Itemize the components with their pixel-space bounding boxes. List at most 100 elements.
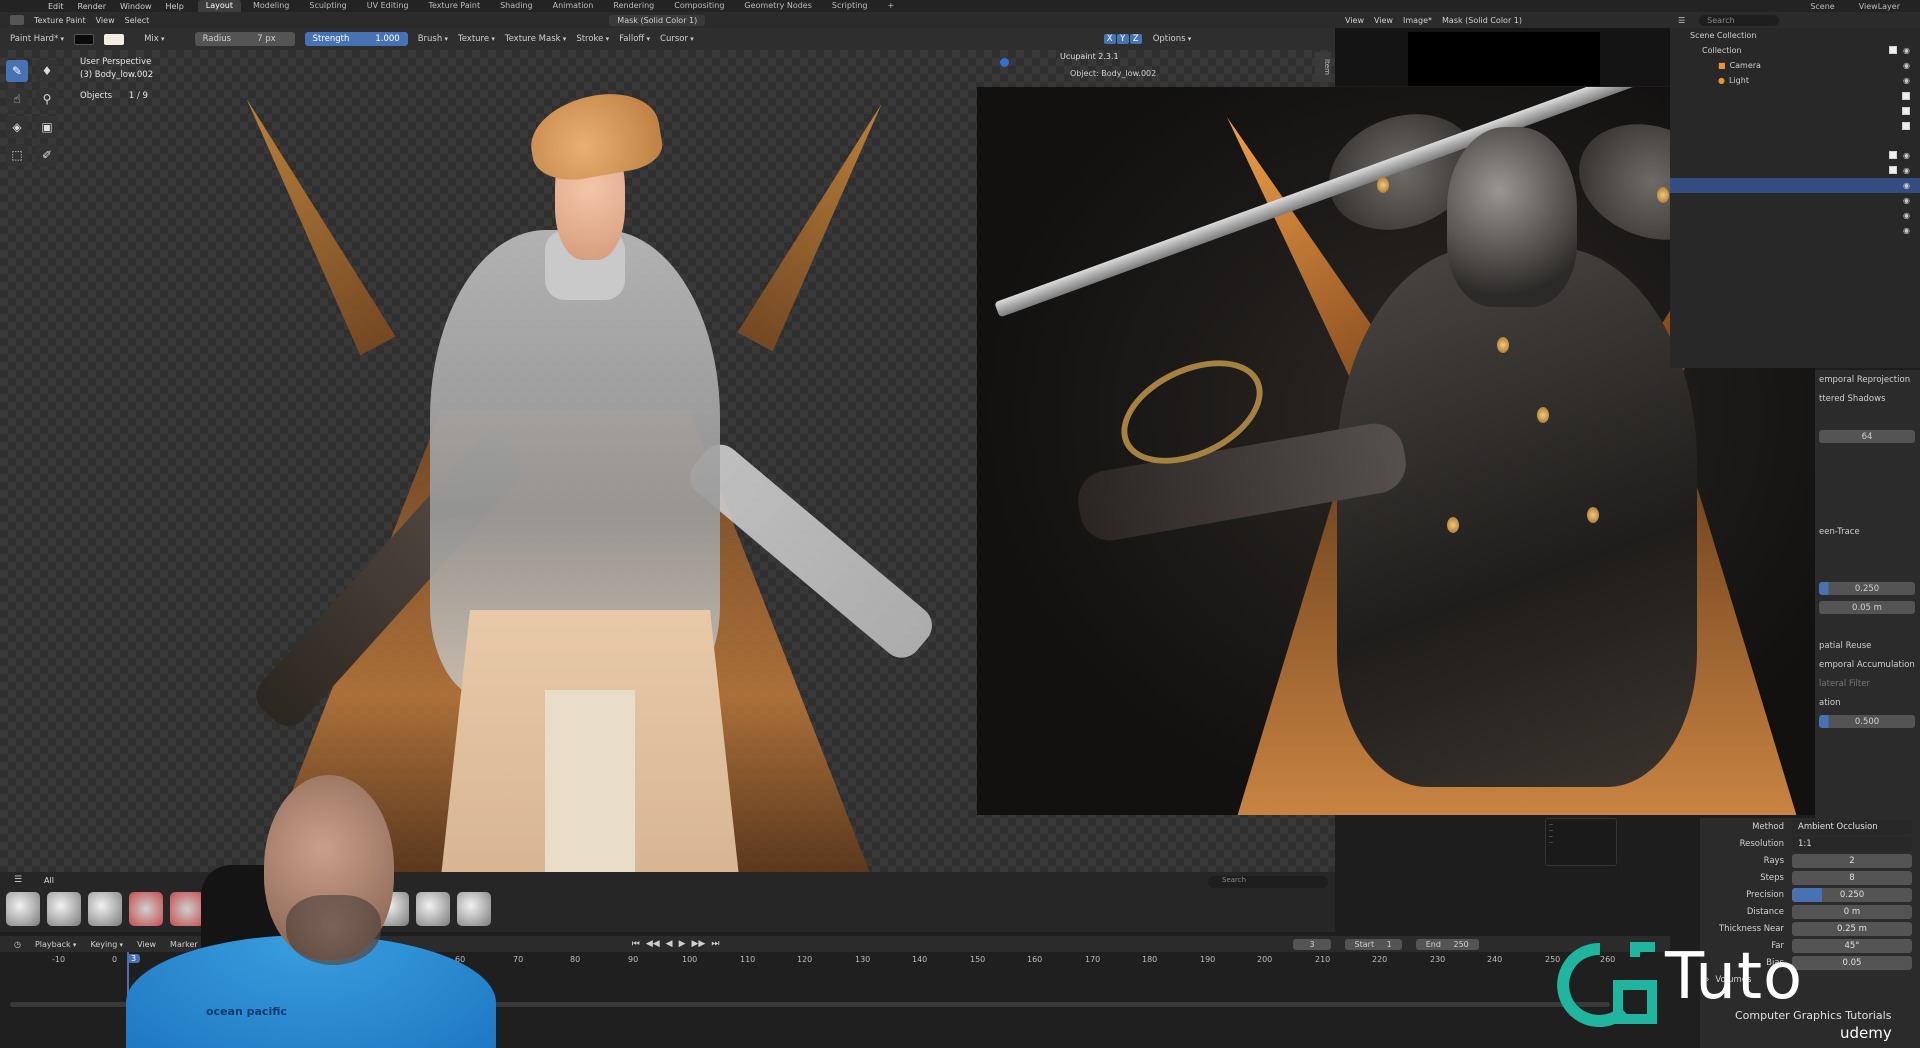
eye-icon[interactable]: ◉ bbox=[1903, 76, 1910, 85]
context-popup[interactable]: — — — — bbox=[1545, 818, 1617, 866]
ucupaint-panel-title[interactable]: Ucupaint 2.3.1 bbox=[1060, 52, 1315, 61]
precision-field[interactable]: 0.250 bbox=[1819, 582, 1915, 595]
brush-thumbnail[interactable] bbox=[6, 892, 40, 926]
strength-field[interactable]: Strength 1.000 bbox=[304, 32, 408, 46]
brush-tool-icon[interactable]: ✎ bbox=[6, 60, 28, 82]
mask-tool-icon[interactable]: ▣ bbox=[36, 116, 58, 138]
smear-tool-icon[interactable]: ☝ bbox=[6, 88, 28, 110]
add-workspace-button[interactable]: + bbox=[879, 0, 902, 12]
outliner-row[interactable] bbox=[1670, 88, 1920, 103]
jump-end-icon[interactable]: ⏭ bbox=[711, 939, 719, 949]
keying-menu[interactable]: Keying bbox=[90, 940, 123, 949]
rays-field[interactable]: 2 bbox=[1792, 853, 1912, 868]
asset-tab-all[interactable]: All bbox=[44, 876, 54, 885]
temporal-accumulation-checkbox[interactable]: emporal Accumulation bbox=[1815, 655, 1920, 674]
outliner-row[interactable]: ◉ bbox=[1670, 208, 1920, 223]
fill-tool-icon[interactable]: ♦ bbox=[36, 60, 58, 82]
method-dropdown[interactable]: Ambient Occlusion bbox=[1792, 819, 1912, 834]
eye-icon[interactable]: ◉ bbox=[1903, 181, 1910, 190]
exclude-checkbox[interactable] bbox=[1902, 91, 1910, 100]
menu-view[interactable]: View bbox=[96, 16, 115, 25]
eye-icon[interactable]: ◉ bbox=[1903, 61, 1910, 70]
outliner-row-scene-collection[interactable]: Scene Collection bbox=[1670, 28, 1920, 43]
exclude-checkbox[interactable] bbox=[1889, 151, 1898, 159]
outliner-row[interactable]: ◉ bbox=[1670, 193, 1920, 208]
sidebar-tab-item[interactable]: Item bbox=[1315, 52, 1331, 82]
tab-rendering[interactable]: Rendering bbox=[605, 0, 662, 12]
axis-x-toggle[interactable]: X bbox=[1103, 34, 1116, 44]
primary-color-swatch[interactable] bbox=[74, 33, 95, 45]
editor-type-icon[interactable] bbox=[10, 15, 24, 25]
blend-mode-dropdown[interactable]: Mix bbox=[144, 34, 164, 44]
hamburger-icon[interactable]: ☰ bbox=[14, 875, 22, 885]
clone-tool-icon[interactable]: ⚲ bbox=[36, 88, 58, 110]
eye-icon[interactable]: ◉ bbox=[1903, 196, 1910, 205]
resolution-dropdown[interactable]: 1:1 bbox=[1792, 836, 1912, 851]
precision-slider[interactable]: 0.250 bbox=[1792, 887, 1912, 902]
scattered-shadows-checkbox[interactable]: ttered Shadows bbox=[1815, 389, 1920, 408]
outliner-row[interactable]: ◉ bbox=[1670, 223, 1920, 238]
jump-start-icon[interactable]: ⏮ bbox=[632, 939, 640, 949]
tab-scripting[interactable]: Scripting bbox=[824, 0, 876, 12]
tab-geometry-nodes[interactable]: Geometry Nodes bbox=[736, 0, 819, 12]
thickness-field[interactable]: 0.05 m bbox=[1819, 601, 1915, 614]
end-frame-field[interactable]: End 250 bbox=[1415, 938, 1479, 950]
next-keyframe-icon[interactable]: ▶▶ bbox=[692, 939, 706, 949]
mode-selector[interactable]: Texture Paint bbox=[34, 16, 86, 25]
texture-menu[interactable]: Texture bbox=[458, 34, 495, 44]
stroke-menu[interactable]: Stroke bbox=[576, 34, 609, 44]
playback-menu[interactable]: Playback bbox=[35, 940, 76, 949]
brush-selector[interactable]: Paint Hard* bbox=[10, 34, 64, 44]
exclude-checkbox[interactable] bbox=[1902, 121, 1910, 130]
secondary-color-swatch[interactable] bbox=[104, 33, 125, 45]
brush-thumbnail[interactable] bbox=[47, 892, 81, 926]
exclude-checkbox[interactable] bbox=[1889, 46, 1898, 54]
image-canvas[interactable] bbox=[1408, 32, 1600, 86]
play-icon[interactable]: ▶ bbox=[679, 939, 686, 949]
outliner-row[interactable] bbox=[1670, 133, 1920, 148]
axis-z-toggle[interactable]: Z bbox=[1129, 34, 1142, 44]
image-editor-view2-menu[interactable]: View bbox=[1374, 16, 1393, 25]
outliner-row[interactable]: ◉ bbox=[1670, 163, 1920, 178]
menu-window[interactable]: Window bbox=[120, 2, 152, 11]
eye-icon[interactable]: ◉ bbox=[1903, 226, 1910, 235]
tab-compositing[interactable]: Compositing bbox=[666, 0, 732, 12]
outliner-row-camera[interactable]: ■ Camera ◉ bbox=[1670, 58, 1920, 73]
eye-icon[interactable]: ◉ bbox=[1903, 166, 1910, 175]
eye-icon[interactable]: ◉ bbox=[1903, 211, 1910, 220]
distance-field[interactable]: 0 m bbox=[1792, 904, 1912, 919]
image-editor-view-menu[interactable]: View bbox=[1345, 16, 1364, 25]
fast-gi-field[interactable]: 0.500 bbox=[1819, 715, 1915, 728]
cursor-menu[interactable]: Cursor bbox=[660, 34, 694, 44]
annotate-tool-icon[interactable]: ✐ bbox=[36, 144, 58, 166]
asset-search-input[interactable]: Search bbox=[1208, 876, 1328, 888]
menu-select[interactable]: Select bbox=[125, 16, 150, 25]
image-editor-image-menu[interactable]: Image* bbox=[1403, 16, 1432, 25]
start-frame-field[interactable]: Start 1 bbox=[1344, 938, 1402, 950]
timeline-editor-icon[interactable]: ◷ bbox=[14, 940, 21, 949]
tab-layout[interactable]: Layout bbox=[197, 0, 241, 12]
outliner-row-selected[interactable]: ◉ bbox=[1670, 178, 1920, 193]
eye-icon[interactable]: ◉ bbox=[1903, 46, 1910, 55]
spatial-reuse-checkbox[interactable]: patial Reuse bbox=[1815, 636, 1920, 655]
menu-edit[interactable]: Edit bbox=[48, 2, 64, 11]
soften-tool-icon[interactable]: ◈ bbox=[6, 116, 28, 138]
tab-animation[interactable]: Animation bbox=[545, 0, 602, 12]
axis-y-toggle[interactable]: Y bbox=[1116, 34, 1129, 44]
viewlayer-selector[interactable]: ViewLayer bbox=[1859, 2, 1900, 11]
brush-menu[interactable]: Brush bbox=[418, 34, 448, 44]
tab-texture-paint[interactable]: Texture Paint bbox=[420, 0, 488, 12]
outliner-row[interactable]: ◉ bbox=[1670, 148, 1920, 163]
tracing-method-dropdown[interactable]: een-Trace bbox=[1815, 522, 1920, 541]
tab-uv-editing[interactable]: UV Editing bbox=[359, 0, 417, 12]
navigation-gizmo[interactable] bbox=[1000, 58, 1009, 67]
steps-field[interactable]: 8 bbox=[1792, 870, 1912, 885]
menu-render[interactable]: Render bbox=[78, 2, 106, 11]
brush-thumbnail[interactable] bbox=[88, 892, 122, 926]
image-editor-mask-selector[interactable]: Mask (Solid Color 1) bbox=[1442, 16, 1522, 25]
outliner-search-input[interactable]: Search bbox=[1699, 14, 1780, 26]
z-axis-icon[interactable] bbox=[1000, 58, 1009, 67]
play-reverse-icon[interactable]: ◀ bbox=[666, 939, 673, 949]
outliner-row[interactable] bbox=[1670, 118, 1920, 133]
prev-keyframe-icon[interactable]: ◀◀ bbox=[646, 939, 660, 949]
